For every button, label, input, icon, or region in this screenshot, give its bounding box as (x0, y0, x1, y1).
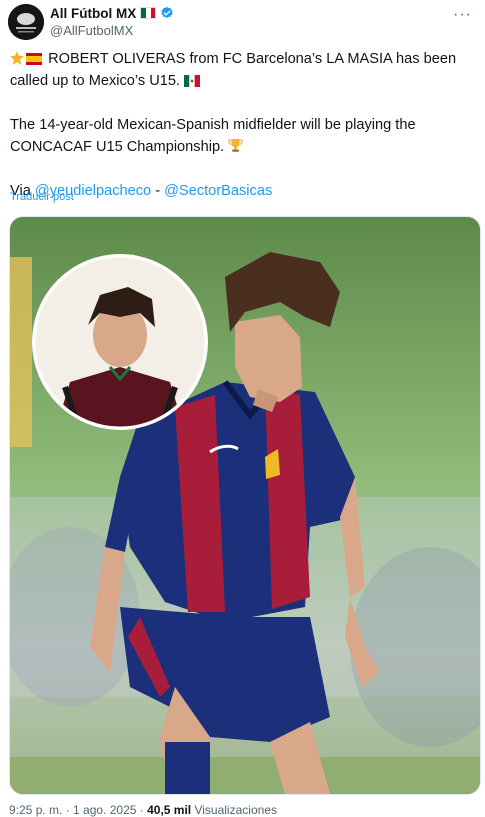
mention-separator: - (155, 183, 161, 199)
post-text-line2: The 14-year-old Mexican-Spanish midfield… (10, 117, 416, 155)
mention-sectorbasicas[interactable]: @SectorBasicas (164, 183, 272, 199)
sparkle-star-icon (10, 51, 24, 65)
post-line-championship: The 14-year-old Mexican-Spanish midfield… (10, 114, 470, 158)
trophy-icon (228, 139, 243, 152)
author-names: All Fútbol MX @AllFutbolMX (50, 4, 174, 38)
post-text: ROBERT OLIVERAS from FC Barcelona’s LA M… (10, 48, 470, 202)
post-line-via: Via @yeudielpacheco - @SectorBasicas (10, 180, 470, 202)
post-footer: 9:25 p. m. · 1 ago. 2025 · 40,5 mil Visu… (9, 803, 277, 817)
author-avatar[interactable] (8, 4, 44, 40)
post-photo[interactable] (9, 216, 481, 795)
mexico-flag-icon (140, 7, 157, 19)
mexico-flag-icon (184, 75, 201, 87)
author-handle[interactable]: @AllFutbolMX (50, 23, 174, 38)
player-photo (10, 217, 480, 794)
post-line-callup: ROBERT OLIVERAS from FC Barcelona’s LA M… (10, 48, 470, 92)
spain-flag-icon (26, 53, 42, 65)
post-header: All Fútbol MX @AllFutbolMX ··· (8, 4, 478, 44)
translate-post-link[interactable]: Traducir post (10, 191, 74, 203)
author-display-name[interactable]: All Fútbol MX (50, 6, 136, 21)
views-count: 40,5 mil (147, 803, 192, 817)
verified-badge-icon (161, 6, 173, 18)
post-text-line1: ROBERT OLIVERAS from FC Barcelona’s LA M… (10, 51, 457, 89)
more-horizontal-icon[interactable]: ··· (453, 6, 472, 24)
views-label: Visualizaciones (194, 803, 277, 817)
post-timestamp[interactable]: 9:25 p. m. · 1 ago. 2025 · (9, 803, 144, 817)
